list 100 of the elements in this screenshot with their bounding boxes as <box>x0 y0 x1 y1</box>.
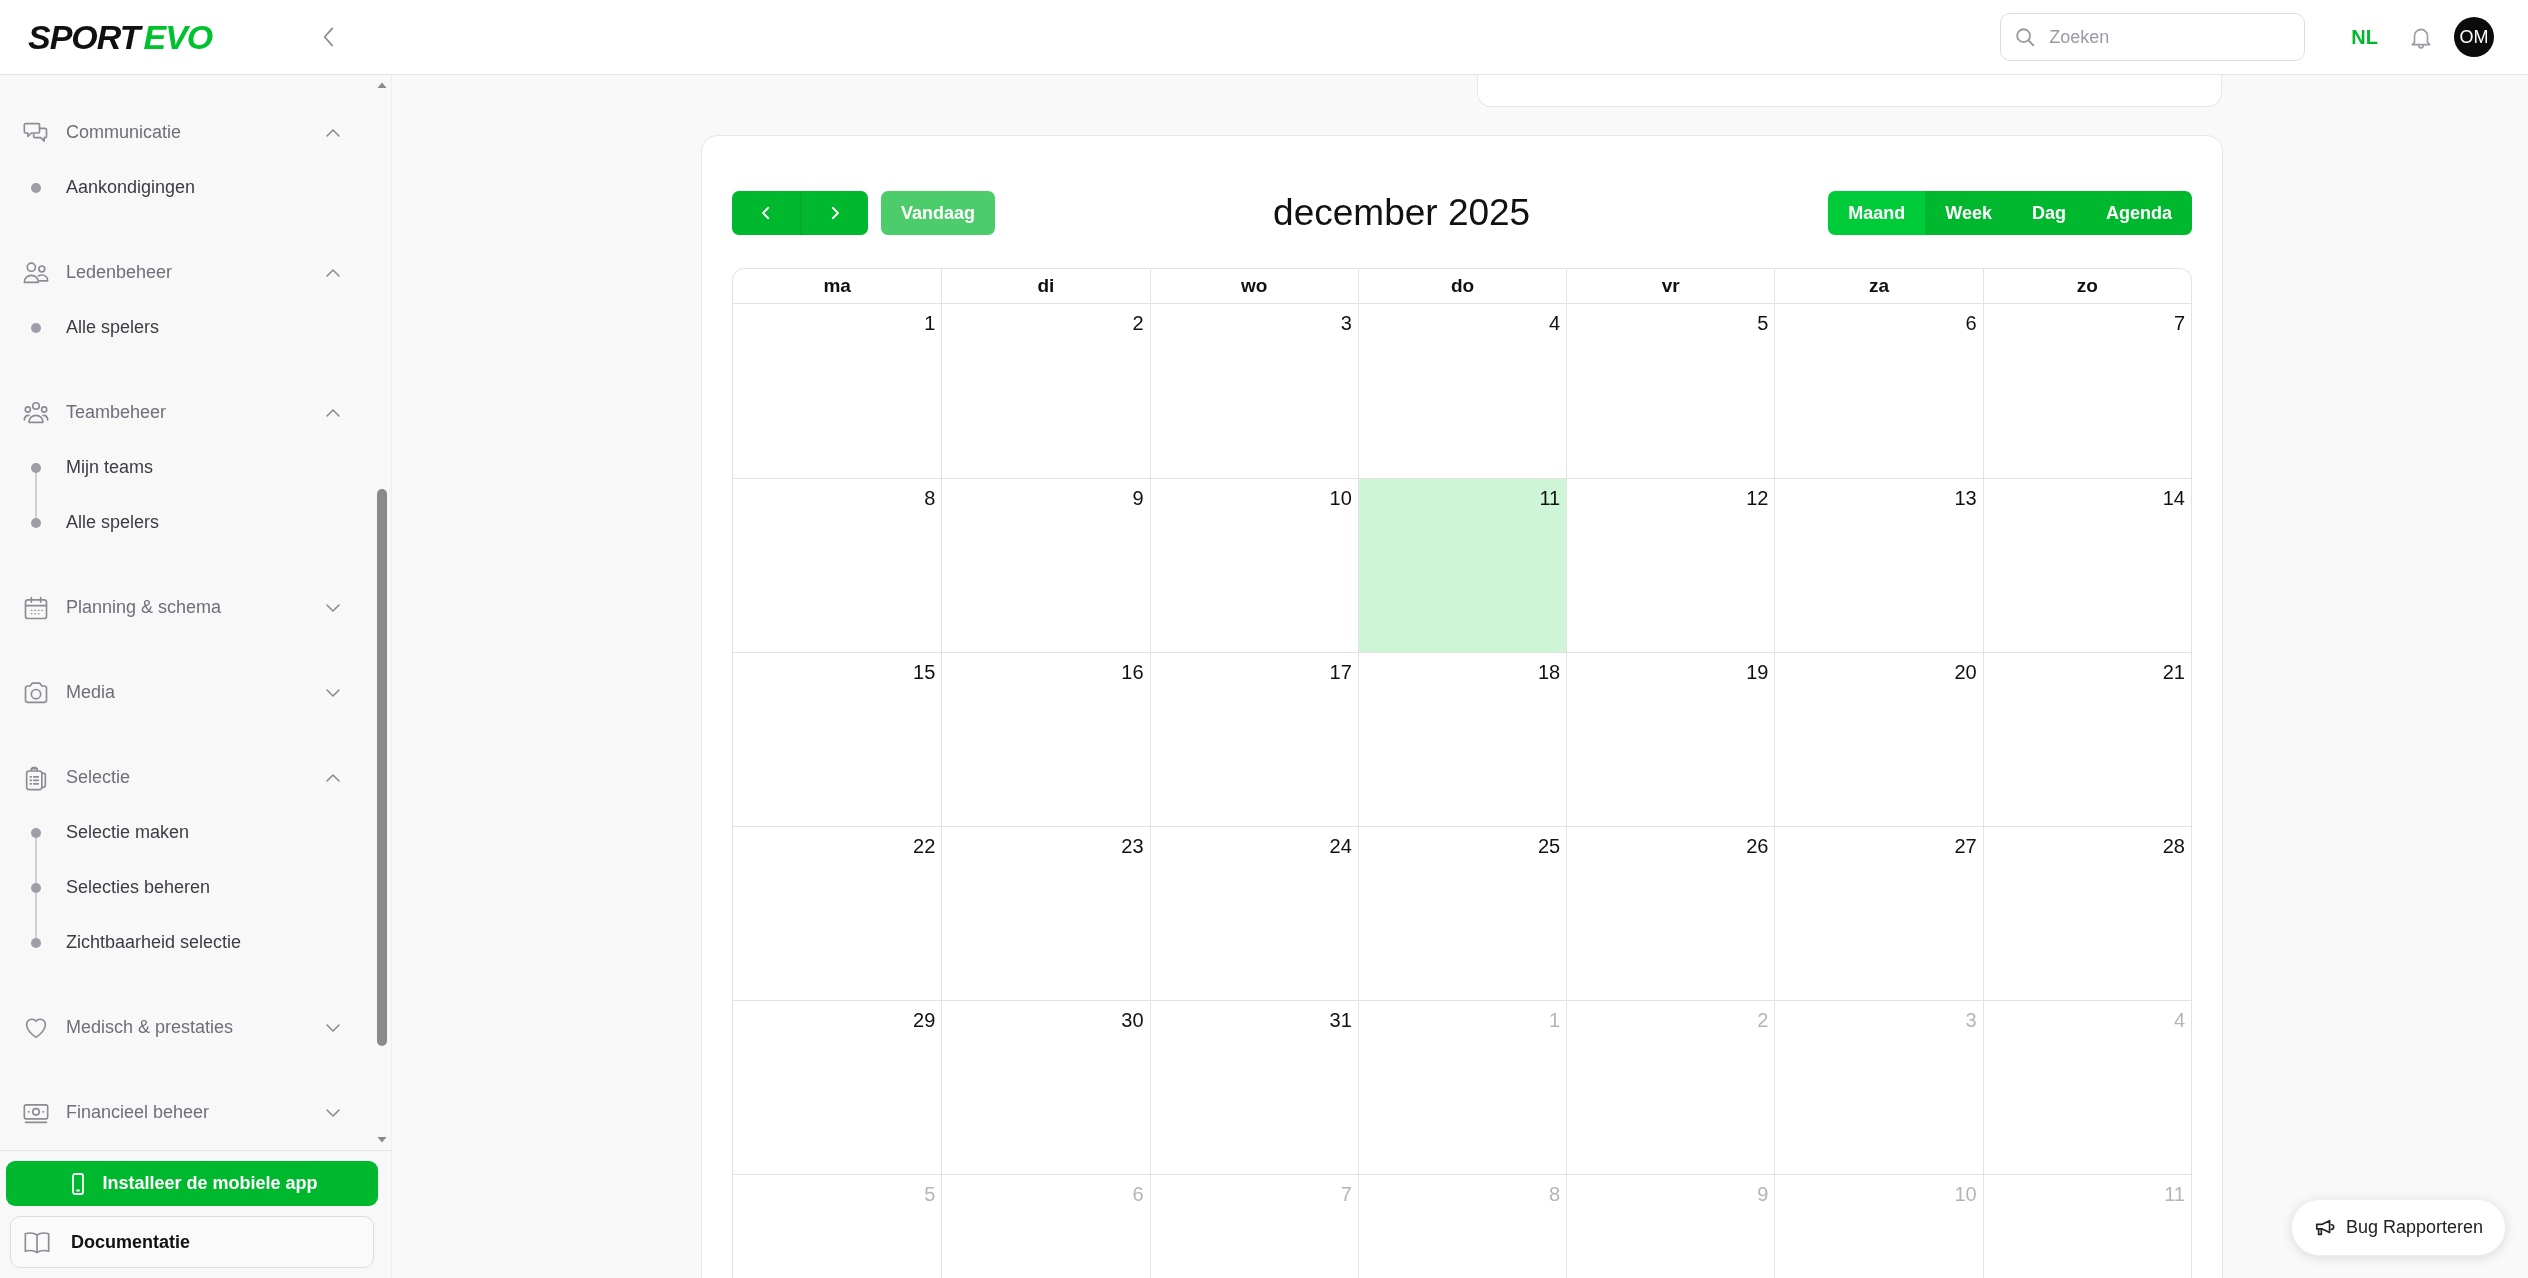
day-cell[interactable]: 17 <box>1149 652 1358 826</box>
day-number: 20 <box>1954 660 1977 685</box>
day-number: 8 <box>1549 1182 1561 1207</box>
bug-report-button[interactable]: Bug Rapporteren <box>2290 1199 2506 1256</box>
day-cell[interactable]: 30 <box>941 1000 1150 1174</box>
user-avatar[interactable]: OM <box>2454 17 2494 57</box>
day-number: 1 <box>924 311 936 336</box>
sidebar-group-toggle[interactable]: Media <box>0 665 373 720</box>
day-cell[interactable]: 15 <box>733 652 942 826</box>
day-cell[interactable]: 16 <box>941 652 1150 826</box>
bullet-dot <box>31 882 41 893</box>
day-number: 10 <box>1329 486 1352 511</box>
day-number: 5 <box>924 1182 936 1207</box>
sidebar-link[interactable]: Selectie maken <box>66 819 190 846</box>
day-number: 11 <box>1539 486 1561 511</box>
day-number: 26 <box>1746 834 1769 859</box>
day-cell[interactable]: 23 <box>941 826 1150 1000</box>
day-number: 3 <box>1965 1008 1977 1033</box>
weekday-header: zo <box>1982 269 2191 304</box>
sidebar-link[interactable]: Mijn teams <box>66 454 154 481</box>
day-cell[interactable]: 18 <box>1357 652 1567 826</box>
day-number: 22 <box>913 834 936 859</box>
sidebar-group-toggle[interactable]: Planning & schema <box>0 580 373 635</box>
day-number: 14 <box>2162 486 2185 511</box>
documentation-link[interactable]: Documentatie <box>10 1216 374 1268</box>
sidebar-group-toggle[interactable]: Selectie <box>0 750 373 805</box>
day-cell[interactable]: 19 <box>1566 652 1775 826</box>
day-number: 7 <box>2173 311 2185 336</box>
day-cell[interactable]: 25 <box>1357 826 1567 1000</box>
day-number: 25 <box>1537 834 1561 859</box>
search-icon <box>2014 26 2037 48</box>
bullet-dot <box>31 182 41 193</box>
day-number: 6 <box>1965 311 1977 336</box>
day-cell[interactable]: 12 <box>1566 478 1775 652</box>
calendar-title: december 2025 <box>1272 191 1532 236</box>
sidebar-group-toggle[interactable]: Ledenbeheer <box>0 245 373 300</box>
day-number: 5 <box>1757 311 1769 336</box>
weekday-header: ma <box>733 269 942 304</box>
day-number: 17 <box>1329 660 1352 685</box>
day-number: 29 <box>913 1008 936 1033</box>
bullet-dot <box>31 462 41 473</box>
day-number: 10 <box>1954 1182 1977 1207</box>
sidebar-link[interactable]: Alle spelers <box>66 314 160 341</box>
day-cell[interactable]: 21 <box>1982 652 2191 826</box>
bullet-dot <box>31 322 41 333</box>
weekday-header: wo <box>1149 269 1358 304</box>
day-cell[interactable]: 20 <box>1774 652 1983 826</box>
day-cell[interactable]: 13 <box>1774 478 1983 652</box>
day-cell[interactable]: 14 <box>1982 478 2191 652</box>
day-number: 9 <box>1132 486 1144 511</box>
day-cell[interactable]: 28 <box>1982 826 2191 1000</box>
day-cell[interactable]: 11 <box>1357 478 1567 652</box>
day-number: 13 <box>1954 486 1977 511</box>
sidebar-group-toggle[interactable]: Teambeheer <box>0 385 373 440</box>
day-cell[interactable]: 7 <box>1982 304 2191 478</box>
day-number: 23 <box>1121 834 1144 859</box>
day-cell[interactable]: 31 <box>1149 1000 1358 1174</box>
day-number: 6 <box>1132 1182 1144 1207</box>
bullet-dot <box>31 827 41 838</box>
day-number: 16 <box>1121 660 1144 685</box>
day-cell[interactable]: 27 <box>1774 826 1983 1000</box>
day-cell[interactable]: 8 <box>733 478 942 652</box>
day-cell[interactable]: 6 <box>1774 304 1983 478</box>
bullet-dot <box>31 517 41 528</box>
day-number: 27 <box>1954 834 1977 859</box>
day-number: 31 <box>1329 1008 1352 1033</box>
day-number: 11 <box>2164 1182 2185 1207</box>
sidebar-group-toggle[interactable]: Communicatie <box>0 105 373 160</box>
day-number: 3 <box>1340 311 1352 336</box>
weekday-header: vr <box>1566 269 1775 304</box>
search-field[interactable]: Zoeken <box>2000 13 2306 61</box>
day-cell[interactable]: 24 <box>1149 826 1358 1000</box>
sidebar-link[interactable]: Alle spelers <box>66 509 160 536</box>
day-number: 1 <box>1549 1008 1561 1033</box>
day-cell[interactable]: 1 <box>733 304 942 478</box>
weekday-header: di <box>941 269 1150 304</box>
day-cell[interactable]: 10 <box>1149 478 1358 652</box>
day-number: 12 <box>1746 486 1769 511</box>
day-number: 19 <box>1746 660 1769 685</box>
weekday-header: za <box>1774 269 1983 304</box>
day-cell[interactable]: 29 <box>733 1000 942 1174</box>
day-cell[interactable]: 5 <box>1566 304 1775 478</box>
day-number: 9 <box>1757 1182 1769 1207</box>
day-cell[interactable]: 9 <box>941 478 1150 652</box>
day-cell[interactable]: 22 <box>733 826 942 1000</box>
day-cell[interactable]: 3 <box>1149 304 1358 478</box>
sidebar-link[interactable]: Zichtbaarheid selectie <box>66 929 242 956</box>
day-number: 8 <box>924 486 936 511</box>
day-number: 7 <box>1340 1182 1352 1207</box>
sidebar-group-toggle[interactable]: Financieel beheer <box>0 1085 373 1140</box>
sidebar-group-toggle[interactable]: Medisch & prestaties <box>0 1000 373 1055</box>
day-number: 15 <box>913 660 936 685</box>
day-number: 4 <box>1549 311 1561 336</box>
day-cell[interactable]: 2 <box>941 304 1150 478</box>
sidebar-link[interactable]: Aankondigingen <box>66 174 196 201</box>
weekday-header: do <box>1357 269 1567 304</box>
sidebar-link[interactable]: Selecties beheren <box>66 874 211 901</box>
day-cell[interactable]: 26 <box>1566 826 1775 1000</box>
bullet-dot <box>31 937 41 948</box>
logo: SPORTEVO <box>28 20 213 54</box>
